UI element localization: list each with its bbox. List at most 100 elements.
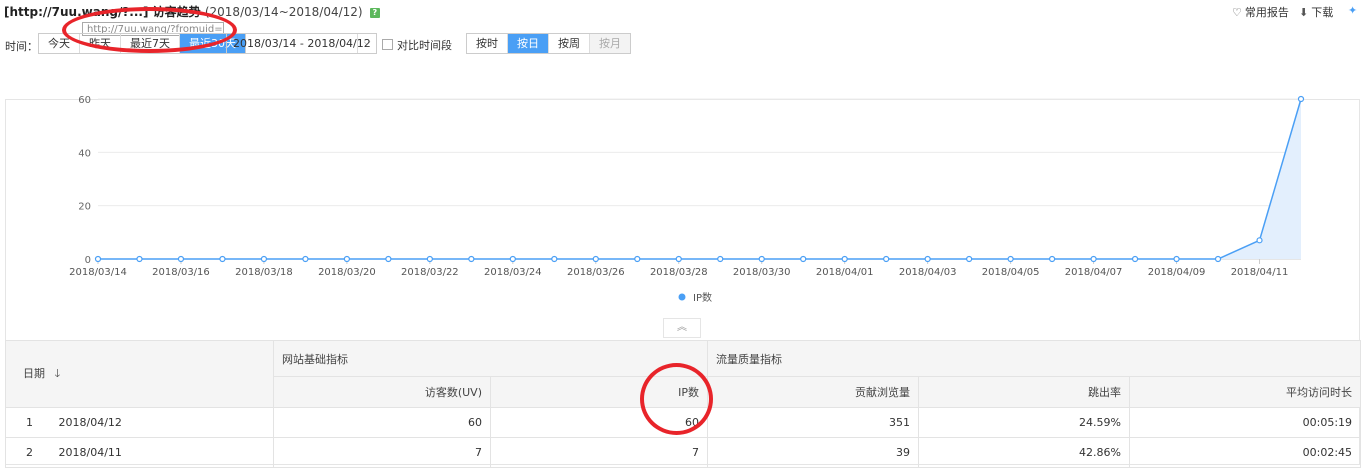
data-point[interactable] (260, 255, 268, 263)
heart-icon: ♡ (1232, 6, 1242, 19)
chevron-down-icon: ⌵ (357, 34, 376, 53)
data-point[interactable] (592, 255, 599, 263)
x-tick-label: 2018/03/28 (650, 267, 708, 278)
x-tick-label: 2018/03/20 (318, 267, 376, 278)
data-point[interactable] (1049, 255, 1056, 263)
data-point[interactable] (675, 255, 682, 263)
x-tick-label: 2018/03/30 (733, 267, 791, 278)
data-point[interactable] (426, 255, 433, 263)
data-point[interactable] (1131, 255, 1139, 263)
y-tick-label: 60 (78, 95, 91, 106)
compare-period-checkbox[interactable]: 对比时间段 (382, 37, 452, 53)
x-tick-label: 2018/03/24 (484, 267, 542, 278)
trend-chart: 0 20 40 60 2018/03/14 2018/03/16 2018/03/18 20… (69, 95, 1305, 304)
x-tick-label: 2018/04/03 (899, 267, 957, 278)
data-point[interactable] (1214, 255, 1222, 263)
data-point[interactable] (800, 255, 807, 263)
data-point[interactable] (1090, 255, 1097, 263)
y-tick-label: 20 (78, 202, 91, 213)
col-header-bounce[interactable]: 跳出率 (918, 376, 1130, 408)
granularity-group: 按时 按日 按周 按月 (466, 33, 631, 54)
annotation-circle (62, 7, 237, 53)
row-index: 2 (26, 446, 33, 459)
data-point[interactable] (302, 255, 309, 263)
data-point[interactable] (841, 255, 848, 263)
common-report-label: 常用报告 (1244, 6, 1289, 19)
row-date-cell: 1 2018/04/12 (5, 407, 274, 438)
data-point[interactable] (177, 255, 185, 263)
time-label: 时间： (5, 40, 38, 53)
x-tick-label: 2018/03/22 (401, 267, 459, 278)
x-tick-label: 2018/03/18 (235, 267, 293, 278)
col-header-uv[interactable]: 访客数(UV) (273, 376, 491, 408)
series-area (98, 99, 1301, 259)
data-point[interactable] (385, 255, 392, 263)
granularity-month-button: 按月 (590, 34, 630, 53)
data-point[interactable] (883, 255, 890, 263)
report-date-range: (2018/03/14~2018/04/12) (204, 5, 363, 19)
cell-bounce: 42.86% (918, 437, 1130, 468)
date-header-label: 日期 (23, 366, 45, 380)
row-date: 2018/04/12 (58, 416, 122, 429)
data-point[interactable] (343, 255, 350, 263)
col-header-avg-duration[interactable]: 平均访问时长 (1128, 376, 1362, 408)
data-point[interactable] (1297, 95, 1305, 103)
x-tick-label: 2018/04/07 (1065, 267, 1123, 278)
date-range-value: 2018/03/14 - 2018/04/12 (233, 37, 371, 50)
compare-label: 对比时间段 (397, 39, 452, 52)
collapse-chart-button[interactable]: ︽ (663, 318, 701, 338)
x-tick-label: 2018/04/09 (1148, 267, 1206, 278)
data-point[interactable] (136, 255, 143, 263)
data-point[interactable] (1007, 255, 1014, 263)
cell-bounce: 24.59% (918, 407, 1130, 438)
data-point[interactable] (717, 255, 724, 263)
cell-uv: 7 (273, 437, 491, 468)
annotation-circle (640, 363, 713, 435)
cell-ip: 7 (490, 437, 708, 468)
date-header[interactable]: 日期 🡓 (5, 340, 274, 408)
sort-down-icon[interactable]: 🡓 (55, 367, 61, 380)
cell-pv: 351 (707, 407, 919, 438)
chart-legend[interactable]: IP数 (678, 291, 712, 304)
granularity-day-button[interactable]: 按日 (508, 34, 549, 53)
help-icon[interactable]: ? (369, 7, 380, 18)
data-point[interactable] (509, 255, 516, 263)
cell-avg-duration: 00:02:45 (1128, 437, 1362, 468)
data-point[interactable] (219, 255, 226, 263)
x-tick-label: 2018/03/16 (152, 267, 210, 278)
series-line (98, 98, 1302, 260)
data-point[interactable] (924, 255, 931, 263)
download-label: 下载 (1311, 6, 1334, 19)
checkbox-icon (382, 39, 393, 50)
x-tick-label: 2018/04/05 (982, 267, 1040, 278)
pin-icon[interactable]: ✦ (1348, 4, 1357, 17)
cell-uv: 60 (273, 407, 491, 438)
download-link[interactable]: ⬇ 下载 (1299, 4, 1333, 20)
group-header-quality: 流量质量指标 (706, 340, 1362, 377)
col-header-pv[interactable]: 贡献浏览量 (707, 376, 919, 408)
legend-label: IP数 (693, 291, 712, 304)
download-icon: ⬇ (1299, 6, 1309, 19)
row-date-cell: 2 2018/04/11 (5, 437, 274, 468)
cell-avg-duration: 00:05:19 (1128, 407, 1362, 438)
data-point[interactable] (634, 255, 641, 263)
y-tick-label: 0 (85, 255, 91, 266)
data-point[interactable] (1256, 237, 1263, 244)
row-date: 2018/04/11 (58, 446, 122, 459)
x-tick-label: 2018/03/14 (69, 267, 127, 278)
date-range-picker[interactable]: 2018/03/14 - 2018/04/12 ⌵ (226, 33, 377, 54)
data-point[interactable] (1173, 255, 1180, 263)
x-tick-label: 2018/03/26 (567, 267, 625, 278)
x-tick-label: 2018/04/01 (816, 267, 874, 278)
data-point[interactable] (758, 255, 765, 263)
data-point[interactable] (551, 255, 558, 263)
data-point[interactable] (468, 255, 475, 263)
y-tick-label: 40 (78, 148, 91, 159)
common-report-link[interactable]: ♡ 常用报告 (1232, 4, 1289, 20)
data-point[interactable] (94, 255, 102, 263)
granularity-week-button[interactable]: 按周 (549, 34, 590, 53)
group-header-basic: 网站基础指标 (273, 340, 708, 377)
granularity-hour-button[interactable]: 按时 (467, 34, 508, 53)
data-point[interactable] (966, 255, 973, 263)
cell-pv: 39 (707, 437, 919, 468)
